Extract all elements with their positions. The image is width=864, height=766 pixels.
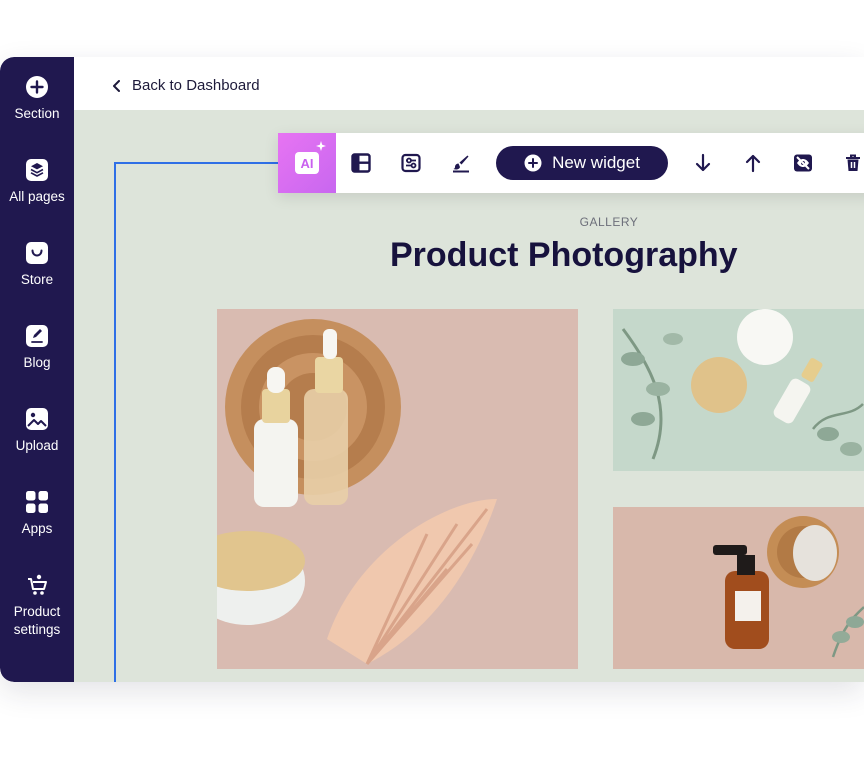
arrow-up-icon <box>745 154 761 173</box>
paint-brush-icon <box>453 155 469 173</box>
layout-icon <box>351 153 371 173</box>
arrow-down-icon <box>695 153 711 172</box>
design-button[interactable] <box>436 133 486 193</box>
gallery-photo[interactable] <box>217 309 578 669</box>
sidebar: Section All pages Store Blog Upload Apps… <box>0 57 74 682</box>
product-photo-image <box>613 309 864 471</box>
hide-button[interactable] <box>778 133 828 193</box>
ai-badge: AI <box>295 152 319 174</box>
apps-grid-icon <box>26 491 48 513</box>
product-photo-image <box>613 507 864 669</box>
layers-icon <box>26 159 48 181</box>
back-to-dashboard-link[interactable]: Back to Dashboard <box>112 77 260 94</box>
new-widget-button[interactable]: New widget <box>496 146 668 180</box>
move-up-button[interactable] <box>728 133 778 193</box>
selection-guide <box>114 162 279 164</box>
sidebar-item-store[interactable]: Store <box>0 241 74 289</box>
hide-eye-icon <box>794 154 812 172</box>
cart-settings-icon <box>28 574 47 595</box>
new-widget-label: New widget <box>552 153 640 172</box>
section-toolbar: AI New widget <box>278 133 864 193</box>
plus-circle-icon <box>26 76 48 98</box>
sidebar-item-section[interactable]: Section <box>0 75 74 123</box>
page-canvas: AI New widget GALLERY Product Photograph… <box>74 110 864 682</box>
sidebar-item-label: Upload <box>15 438 59 453</box>
sparkle-icon <box>316 141 326 151</box>
sidebar-item-blog[interactable]: Blog <box>0 324 74 372</box>
sidebar-item-label: Store <box>20 272 54 287</box>
back-label: Back to Dashboard <box>132 77 260 94</box>
sliders-icon <box>401 153 421 173</box>
layout-button[interactable] <box>336 133 386 193</box>
settings-button[interactable] <box>386 133 436 193</box>
product-photo-image <box>217 309 578 669</box>
sidebar-item-all-pages[interactable]: All pages <box>0 158 74 206</box>
image-upload-icon <box>26 408 48 430</box>
gallery-tag: GALLERY <box>579 215 639 229</box>
move-down-button[interactable] <box>678 133 728 193</box>
delete-button[interactable] <box>828 133 864 193</box>
gallery-photo[interactable] <box>613 507 864 669</box>
sidebar-item-label: Blog <box>23 355 51 370</box>
ai-assistant-button[interactable]: AI <box>278 133 336 193</box>
sidebar-item-label: Section <box>14 106 60 121</box>
selection-guide <box>114 162 116 682</box>
gallery-title: Product Photography <box>390 236 738 274</box>
sidebar-item-label: Apps <box>21 521 53 536</box>
editor-window: Section All pages Store Blog Upload Apps… <box>0 57 864 682</box>
sidebar-item-label: Product settings <box>13 604 61 637</box>
trash-icon <box>846 154 860 171</box>
sidebar-item-upload[interactable]: Upload <box>0 407 74 455</box>
sidebar-item-product-settings[interactable]: Product settings <box>0 573 74 639</box>
edit-note-icon <box>26 325 48 347</box>
gallery-photo[interactable] <box>613 309 864 471</box>
sidebar-item-label: All pages <box>9 189 65 204</box>
sidebar-item-apps[interactable]: Apps <box>0 490 74 538</box>
top-bar: Back to Dashboard <box>74 57 864 110</box>
chevron-left-icon <box>113 79 120 92</box>
shopping-bag-icon <box>26 242 48 264</box>
plus-circle-icon <box>524 154 542 172</box>
